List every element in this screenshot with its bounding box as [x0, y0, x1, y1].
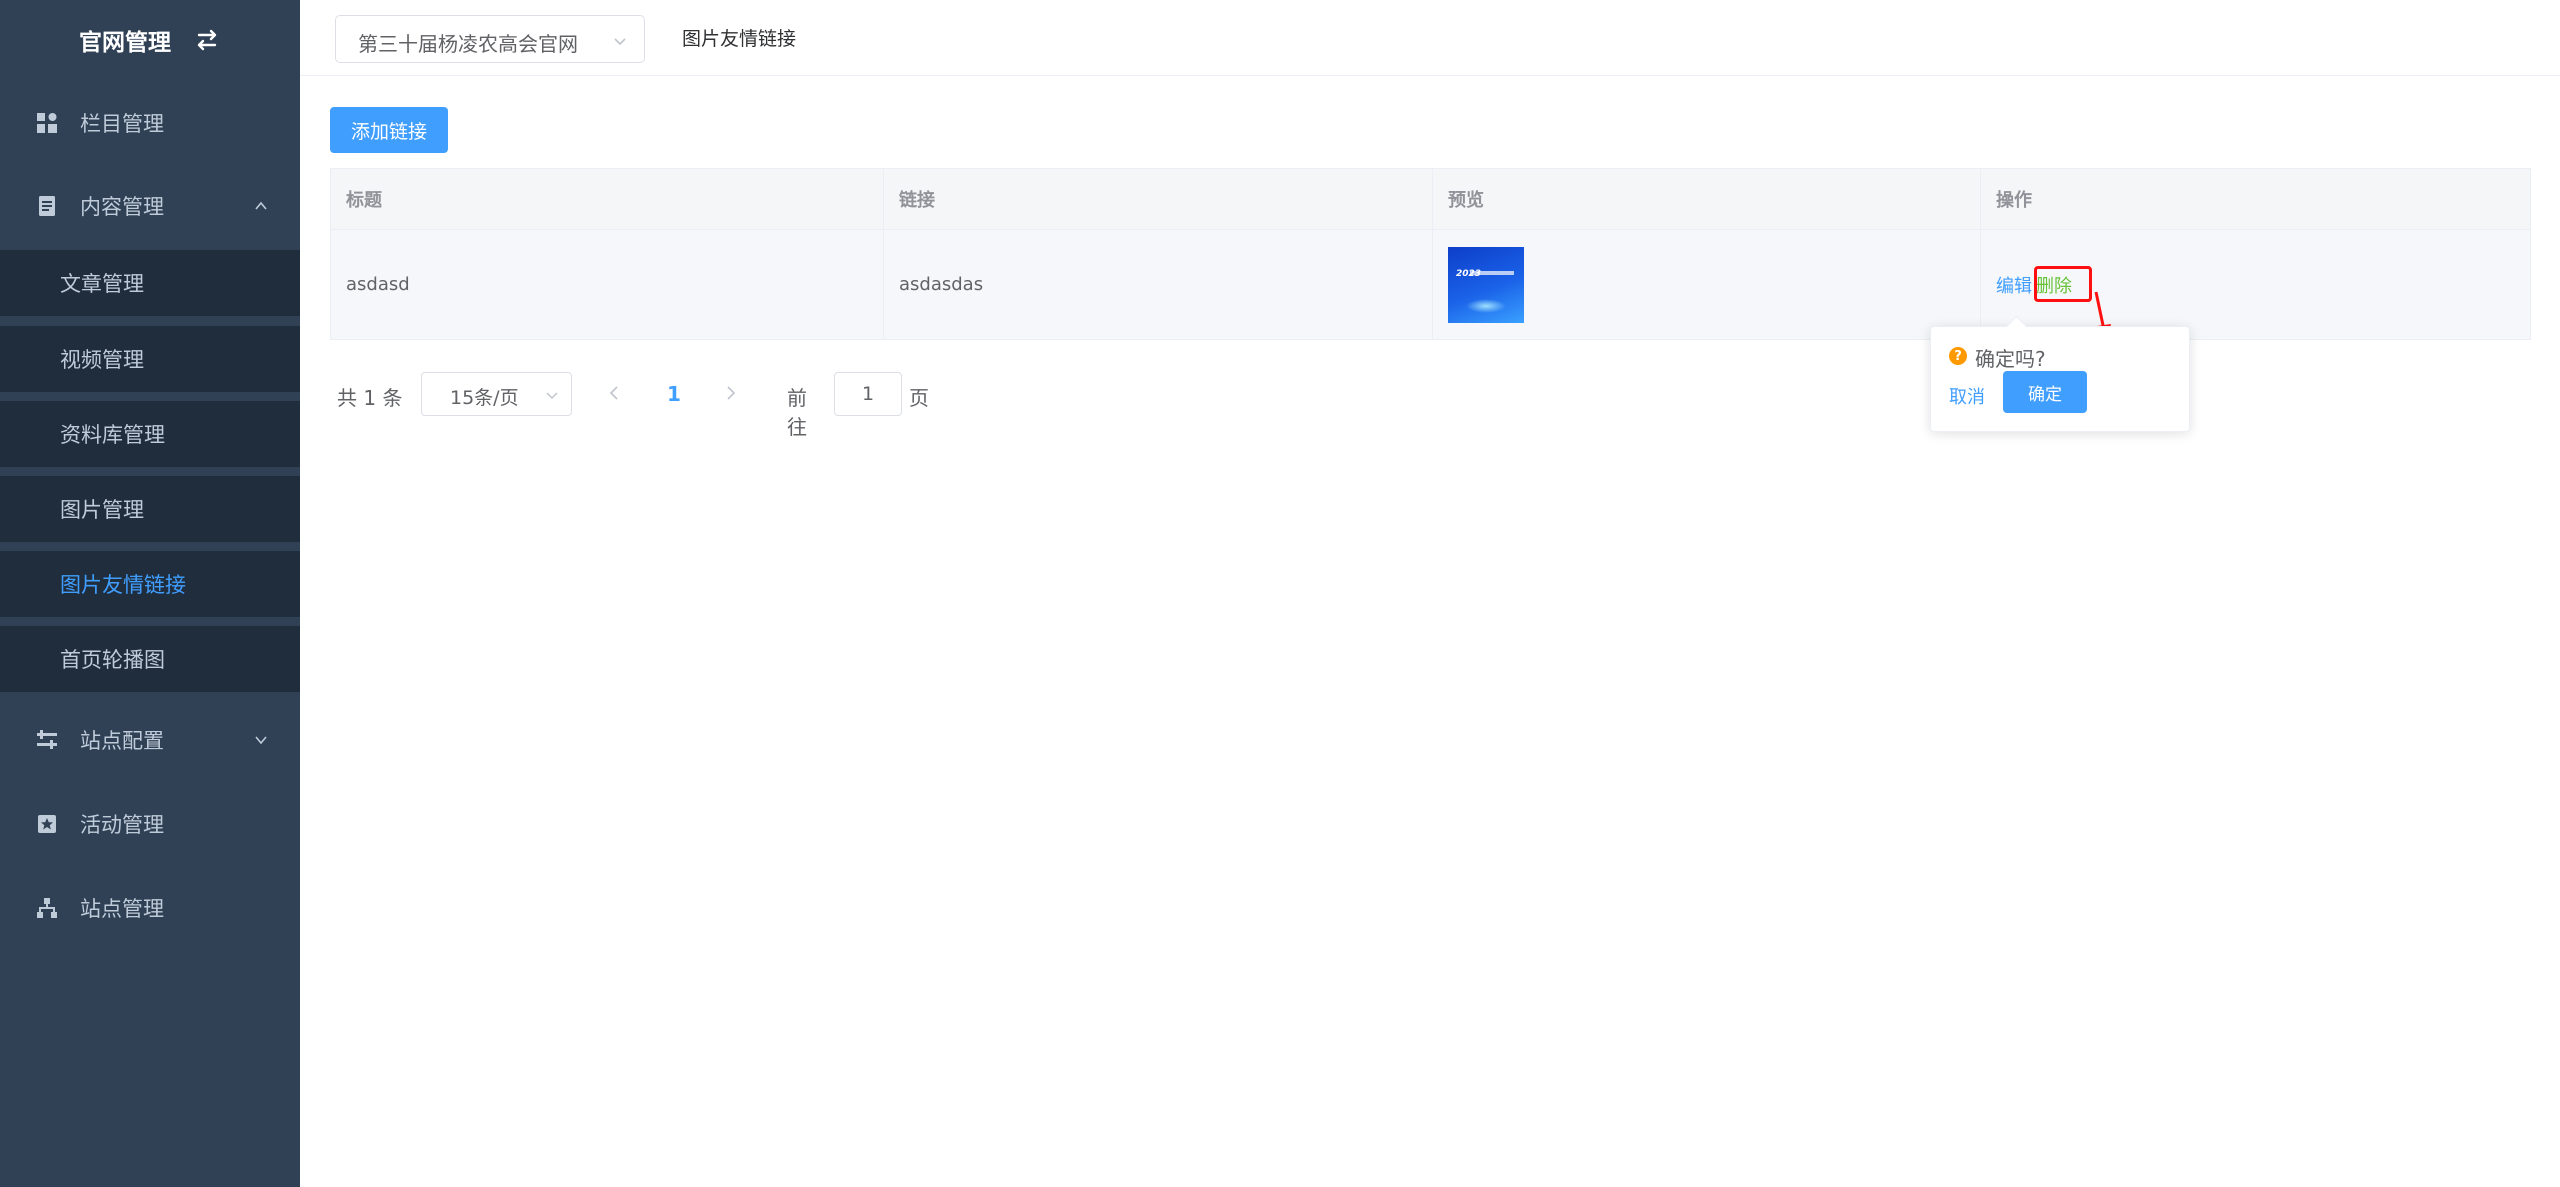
goto-label: 前往 — [787, 386, 807, 439]
column-header-actions: 操作 — [1996, 190, 2032, 211]
table-row: asdasd asdasdas 2023 编辑 删除 — [330, 230, 2531, 340]
sidebar-subitem-label: 首页轮播图 — [60, 648, 165, 672]
chevron-down-icon — [546, 392, 558, 400]
dashboard-icon — [37, 113, 57, 133]
annotation-highlight-box — [2034, 266, 2092, 302]
sidebar-subitem-label: 视频管理 — [60, 348, 144, 372]
cell-link: asdasdas — [884, 230, 1433, 339]
popconfirm-message: 确定吗? — [1975, 347, 2046, 371]
column-header-title: 标题 — [331, 169, 884, 229]
pagination-total: 共 1 条 — [337, 386, 403, 410]
cell-title: asdasd — [331, 230, 884, 339]
top-header: 第三十届杨凌农高会官网 图片友情链接 — [300, 0, 2560, 76]
sidebar-item-activities[interactable]: 活动管理 — [0, 789, 300, 859]
chevron-up-icon — [255, 201, 267, 210]
cell-preview: 2023 — [1433, 230, 1981, 339]
delete-popconfirm: ? 确定吗? 取消 确定 — [1930, 326, 2190, 432]
sidebar-brand: 官网管理 — [0, 0, 300, 80]
sidebar-subitem-image-links[interactable]: 图片友情链接 — [0, 551, 300, 617]
sidebar-item-column-management[interactable]: 栏目管理 — [0, 88, 300, 158]
app-title: 官网管理 — [79, 30, 171, 56]
sidebar-item-label: 栏目管理 — [80, 112, 164, 136]
sitemap-icon — [37, 898, 57, 918]
prev-page-icon[interactable] — [605, 384, 623, 402]
links-table: 标题 链接 预览 操作 asdasd asdasdas 2023 编辑 删除 — [330, 168, 2531, 340]
page-unit-label: 页 — [909, 386, 929, 410]
sidebar-item-label: 站点管理 — [80, 897, 164, 921]
preview-thumbnail: 2023 — [1448, 246, 1524, 323]
cancel-button[interactable]: 取消 — [1949, 383, 1985, 409]
sidebar-item-label: 活动管理 — [80, 813, 164, 837]
collapse-toggle-icon[interactable] — [193, 26, 221, 54]
question-icon: ? — [1949, 347, 1967, 365]
sidebar-subitem-label: 资料库管理 — [60, 423, 165, 447]
sidebar-subitem-videos[interactable]: 视频管理 — [0, 326, 300, 392]
breadcrumb: 图片友情链接 — [682, 28, 797, 50]
sidebar-item-label: 内容管理 — [80, 195, 164, 219]
page-size-select[interactable]: 15条/页 — [421, 372, 572, 416]
goto-page-input[interactable] — [834, 372, 902, 416]
sidebar-item-site-management[interactable]: 站点管理 — [0, 873, 300, 943]
sidebar-item-content-management[interactable]: 内容管理 — [0, 171, 300, 241]
chevron-down-icon — [255, 736, 267, 745]
table-header: 标题 链接 预览 操作 — [330, 168, 2531, 230]
sidebar-item-label: 站点配置 — [80, 729, 164, 753]
confirm-button[interactable]: 确定 — [2003, 371, 2087, 413]
column-header-link: 链接 — [884, 169, 1433, 229]
edit-link[interactable]: 编辑 — [1996, 272, 2032, 298]
sidebar-subitem-carousel[interactable]: 首页轮播图 — [0, 626, 300, 692]
column-header-preview: 预览 — [1433, 169, 1981, 229]
thumbnail-glow — [1466, 298, 1506, 313]
chevron-down-icon — [614, 38, 626, 46]
add-link-button[interactable]: 添加链接 — [330, 107, 448, 153]
page-number-current[interactable]: 1 — [667, 382, 681, 406]
page-size-value: 15条/页 — [450, 387, 519, 409]
sidebar-subitem-label: 图片管理 — [60, 498, 144, 522]
settings-icon — [37, 730, 57, 749]
sidebar-item-site-config[interactable]: 站点配置 — [0, 705, 300, 775]
star-box-icon — [38, 815, 56, 833]
sidebar-subitem-label: 文章管理 — [60, 272, 144, 296]
site-select[interactable]: 第三十届杨凌农高会官网 — [335, 15, 645, 63]
sidebar: 官网管理 栏目管理 内容管理 文章管理 视频管理 资料库管理 图片管理 图片友情… — [0, 0, 300, 1187]
sidebar-subitem-images[interactable]: 图片管理 — [0, 476, 300, 542]
sidebar-subitem-label: 图片友情链接 — [60, 573, 186, 597]
next-page-icon[interactable] — [722, 384, 740, 402]
thumbnail-banner-text — [1470, 270, 1514, 275]
sidebar-subitem-articles[interactable]: 文章管理 — [0, 250, 300, 316]
sidebar-subitem-library[interactable]: 资料库管理 — [0, 401, 300, 467]
site-select-value: 第三十届杨凌农高会官网 — [358, 32, 578, 56]
document-icon — [39, 196, 55, 216]
